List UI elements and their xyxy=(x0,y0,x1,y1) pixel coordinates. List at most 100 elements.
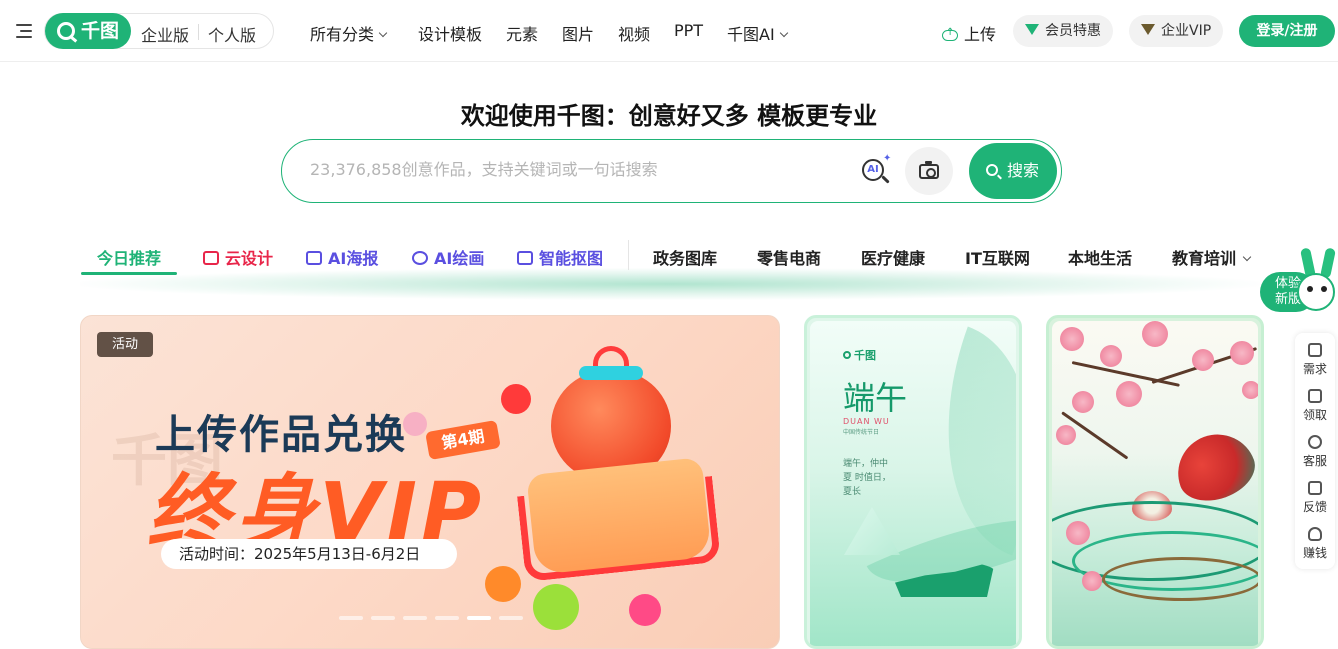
poster-poem: 端午，仲中夏 时值日，夏长 xyxy=(843,459,891,497)
tool-earn[interactable]: 赚钱 xyxy=(1295,523,1335,567)
search-button[interactable]: 搜索 xyxy=(969,143,1057,199)
carousel-dot[interactable] xyxy=(499,616,523,620)
duanwu-poster: 千图 端午 DUAN WU 中国传统节日 端午，仲中夏 时值日，夏长 xyxy=(810,321,1016,646)
tab-cloud-design[interactable]: 云设计 xyxy=(203,245,273,269)
koi-fish-illustration xyxy=(1167,423,1258,511)
qiantu-logo[interactable]: 千图 xyxy=(45,13,131,49)
tabs-divider xyxy=(628,240,629,270)
tab-education-training-label: 教育培训 xyxy=(1172,249,1237,268)
carousel-dot[interactable] xyxy=(435,616,459,620)
tab-medical-health-label: 医疗健康 xyxy=(861,249,926,268)
tab-ai-poster-label: AI海报 xyxy=(328,249,379,268)
tab-ai-paint-label: AI绘画 xyxy=(434,249,485,268)
koi-template-card[interactable] xyxy=(1046,315,1264,649)
tab-retail-ecommerce-label: 零售电商 xyxy=(757,249,822,268)
nav-all-categories-label: 所有分类 xyxy=(310,25,375,44)
tab-local-life[interactable]: 本地生活 xyxy=(1068,245,1132,269)
tab-ai-poster[interactable]: AI海报 xyxy=(306,245,378,269)
enterprise-vip-label: 企业VIP xyxy=(1161,23,1212,39)
duanwu-template-card[interactable]: 千图 端午 DUAN WU 中国传统节日 端午，仲中夏 时值日，夏长 xyxy=(804,315,1022,649)
tool-customer-service-label: 客服 xyxy=(1302,454,1327,468)
sparkle-icon: ✦ xyxy=(883,153,892,164)
poster-subtitle-cn: 中国传统节日 xyxy=(843,429,880,436)
enterprise-edition-link[interactable]: 企业版 xyxy=(141,22,189,46)
green-ball xyxy=(533,584,579,630)
plum-blossom xyxy=(1072,391,1094,413)
tab-education-training[interactable]: 教育培训 xyxy=(1172,245,1252,269)
coupon-icon xyxy=(1308,389,1322,403)
nav-elements[interactable]: 元素 xyxy=(506,21,538,45)
ai-search-icon[interactable]: AI ✦ xyxy=(860,153,892,188)
tool-claim[interactable]: 领取 xyxy=(1295,385,1335,429)
edition-divider xyxy=(198,24,199,40)
ai-poster-icon xyxy=(306,251,322,265)
tab-medical-health[interactable]: 医疗健康 xyxy=(861,245,925,269)
tab-government-gallery[interactable]: 政务图库 xyxy=(653,245,717,269)
poster-subtitle-en: DUAN WU xyxy=(843,417,890,426)
plum-blossom xyxy=(1056,425,1076,445)
ai-paint-icon xyxy=(412,251,428,265)
tab-today-recommend[interactable]: 今日推荐 xyxy=(97,245,161,269)
nav-all-categories[interactable]: 所有分类 xyxy=(310,21,388,45)
nav-qiantu-ai[interactable]: 千图AI xyxy=(727,21,788,45)
poster-logo-text: 千图 xyxy=(854,349,876,362)
chevron-down-icon xyxy=(779,28,788,38)
koi-poster xyxy=(1052,321,1258,646)
shopping-cart-illustration xyxy=(526,457,712,575)
tool-claim-label: 领取 xyxy=(1302,408,1327,422)
activity-banner[interactable]: 千图 活动 上传作品兑换 第4期 终身VIP 活动时间：2025年5月13日-6… xyxy=(80,315,780,649)
search-button-label: 搜索 xyxy=(1007,161,1040,180)
image-search-button[interactable] xyxy=(905,147,953,195)
lantern-cap xyxy=(579,366,643,380)
tab-smart-cutout[interactable]: 智能抠图 xyxy=(517,245,603,269)
nav-ppt[interactable]: PPT xyxy=(674,21,703,40)
carousel-dot[interactable] xyxy=(339,616,363,620)
plum-blossom xyxy=(1192,349,1214,371)
login-register-button[interactable]: 登录/注册 xyxy=(1239,15,1335,47)
nav-images[interactable]: 图片 xyxy=(562,21,594,45)
tab-retail-ecommerce[interactable]: 零售电商 xyxy=(757,245,821,269)
nav-videos[interactable]: 视频 xyxy=(618,21,650,45)
gold-diamond-icon xyxy=(1141,23,1155,35)
tool-feedback[interactable]: 反馈 xyxy=(1295,477,1335,521)
page-headline: 欢迎使用千图：创意好又多 模板更专业 xyxy=(460,102,878,130)
ai-search-handle xyxy=(881,175,890,184)
tabs-glow xyxy=(80,268,1260,300)
carousel-dot[interactable] xyxy=(371,616,395,620)
rabbit-mascot-icon[interactable] xyxy=(1297,273,1335,311)
tab-ai-paint[interactable]: AI绘画 xyxy=(412,245,484,269)
banner-activity-date: 活动时间：2025年5月13日-6月2日 xyxy=(161,539,457,569)
upload-button[interactable]: 上传 xyxy=(942,21,996,45)
bamboo-leaf xyxy=(899,326,1016,556)
tool-requirements[interactable]: 需求 xyxy=(1295,339,1335,383)
feedback-icon xyxy=(1308,481,1322,495)
nav-design-templates-label: 设计模板 xyxy=(418,25,483,44)
search-input[interactable] xyxy=(310,160,850,179)
tab-it-internet[interactable]: IT互联网 xyxy=(965,245,1030,269)
cloud-upload-icon xyxy=(942,27,958,41)
personal-edition-link[interactable]: 个人版 xyxy=(208,22,256,46)
clipboard-icon xyxy=(1308,343,1322,357)
rooster-toy xyxy=(501,384,531,414)
activity-tag: 活动 xyxy=(97,332,153,357)
nav-ppt-label: PPT xyxy=(674,21,704,40)
carousel-dot[interactable] xyxy=(403,616,427,620)
plum-blossom xyxy=(1242,381,1258,399)
logo-q-icon xyxy=(843,351,851,359)
camera-icon xyxy=(919,161,939,179)
zongzi-illustration xyxy=(844,507,900,555)
chevron-down-icon xyxy=(378,28,388,38)
cutout-icon xyxy=(517,251,533,265)
tool-customer-service[interactable]: 客服 xyxy=(1295,431,1335,475)
money-bag-icon xyxy=(1308,527,1322,541)
brand-edition-switcher: 千图 企业版 个人版 xyxy=(44,13,274,49)
enterprise-vip-button[interactable]: 企业VIP xyxy=(1129,15,1223,47)
member-deal-button[interactable]: 会员特惠 xyxy=(1013,15,1113,47)
floating-tools: 需求 领取 客服 反馈 赚钱 xyxy=(1295,333,1335,569)
carousel-dot-active[interactable] xyxy=(467,616,491,620)
top-navigation-bar: 千图 企业版 个人版 所有分类 设计模板 元素 图片 视频 PPT 千图AI 上… xyxy=(0,0,1338,62)
nav-elements-label: 元素 xyxy=(506,25,539,44)
brand-name: 千图 xyxy=(81,20,120,42)
menu-icon[interactable] xyxy=(16,24,32,38)
nav-design-templates[interactable]: 设计模板 xyxy=(418,21,482,45)
